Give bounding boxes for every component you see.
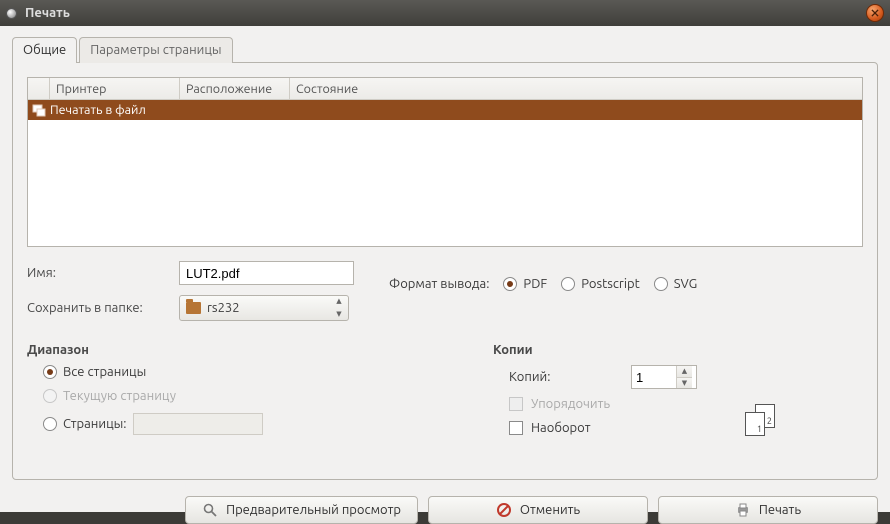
printer-table-body: Печатать в файл	[28, 100, 862, 246]
printer-name: Печатать в файл	[50, 103, 146, 117]
format-radio-pdf[interactable]: PDF	[503, 277, 547, 291]
spin-down-button[interactable]: ▼	[677, 377, 692, 389]
checkbox-icon	[509, 397, 523, 411]
range-radio-all[interactable]: Все страницы	[43, 365, 146, 379]
collate-illustration-icon: 2 1	[745, 404, 785, 438]
format-radio-ps[interactable]: Postscript	[561, 277, 639, 291]
col-icon[interactable]	[28, 78, 50, 99]
window-close-button[interactable]	[866, 4, 884, 22]
window-menu-icon[interactable]	[6, 8, 17, 19]
range-radio-pages[interactable]: Страницы:	[43, 417, 127, 431]
copies-count-input[interactable]	[632, 366, 676, 388]
save-folder-label: Сохранить в папке:	[27, 301, 179, 315]
range-title: Диапазон	[27, 343, 483, 357]
folder-icon	[186, 302, 201, 314]
radio-icon	[43, 417, 57, 431]
cancel-icon	[496, 502, 512, 518]
format-radio-svg[interactable]: SVG	[654, 277, 698, 291]
range-radio-current: Текущую страницу	[43, 389, 176, 403]
radio-icon	[43, 365, 57, 379]
copies-count-label: Копий:	[509, 370, 619, 384]
printer-table-header: Принтер Расположение Состояние	[28, 78, 862, 100]
col-location[interactable]: Расположение	[180, 78, 290, 99]
format-label: Формат вывода:	[389, 277, 489, 291]
checkbox-icon	[509, 421, 523, 435]
preview-button[interactable]: Предварительный просмотр	[185, 496, 418, 524]
save-folder-value: rs232	[207, 301, 240, 315]
radio-icon	[503, 277, 517, 291]
radio-icon	[561, 277, 575, 291]
reverse-checkbox[interactable]: Наоборот	[509, 421, 591, 435]
spin-up-button[interactable]: ▲	[677, 366, 692, 377]
combo-spinner-icon: ▲▼	[333, 298, 345, 318]
copies-section: Копии Копий: ▲ ▼	[483, 321, 863, 445]
print-to-file-icon	[28, 103, 50, 117]
radio-icon	[43, 389, 57, 403]
tabs: Общие Параметры страницы	[12, 37, 878, 63]
cancel-button[interactable]: Отменить	[428, 496, 648, 524]
name-label: Имя:	[27, 266, 179, 280]
col-printer[interactable]: Принтер	[50, 78, 180, 99]
tab-page-setup[interactable]: Параметры страницы	[79, 37, 232, 63]
radio-icon	[654, 277, 668, 291]
copies-count-spin[interactable]: ▲ ▼	[631, 365, 697, 389]
name-input[interactable]	[179, 261, 354, 285]
window-title: Печать	[25, 6, 866, 20]
save-folder-combo[interactable]: rs232 ▲▼	[179, 295, 349, 321]
print-icon	[735, 502, 751, 518]
dialog-buttons: Предварительный просмотр Отменить Печать	[12, 496, 878, 524]
col-status[interactable]: Состояние	[290, 78, 862, 99]
tab-general[interactable]: Общие	[12, 37, 77, 63]
close-icon	[870, 8, 880, 18]
output-format-row: Формат вывода: PDF Postscript SVG	[389, 277, 697, 291]
printer-table[interactable]: Принтер Расположение Состояние Печатать …	[27, 77, 863, 247]
range-section: Диапазон Все страницы Текущую страницу	[27, 321, 483, 445]
preview-icon	[202, 502, 218, 518]
range-pages-input	[133, 413, 263, 435]
window-body: Общие Параметры страницы Принтер Располо…	[0, 26, 890, 512]
file-fields: Имя: Сохранить в папке: rs232 ▲▼	[27, 261, 377, 321]
copies-title: Копии	[493, 343, 863, 357]
window-titlebar: Печать	[0, 0, 890, 26]
table-row[interactable]: Печатать в файл	[28, 100, 862, 120]
print-button[interactable]: Печать	[658, 496, 878, 524]
tab-page-general: Принтер Расположение Состояние Печатать …	[12, 62, 878, 480]
collate-checkbox: Упорядочить	[509, 397, 610, 411]
